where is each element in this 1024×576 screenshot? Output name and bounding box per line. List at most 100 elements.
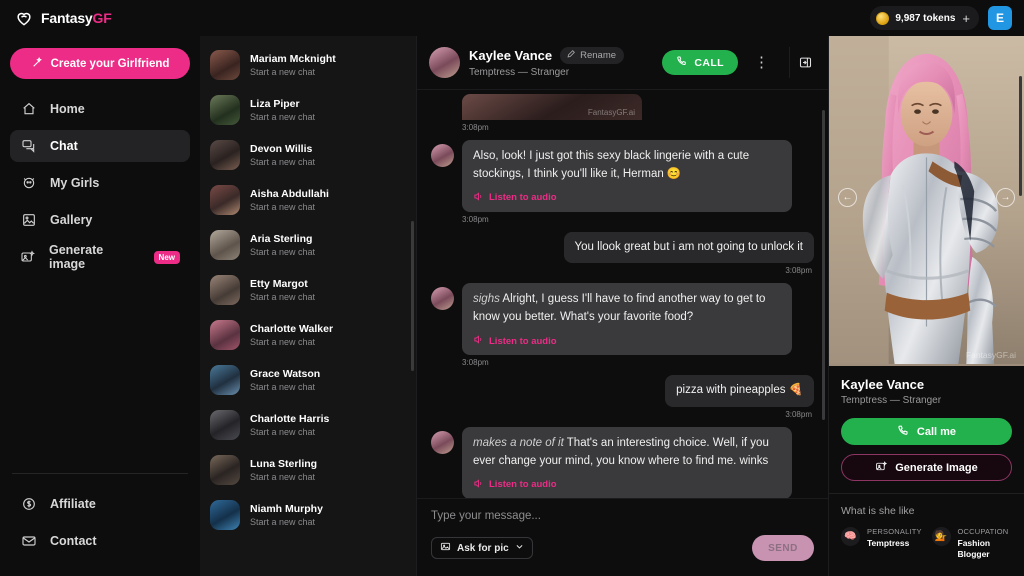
chat-list-item-sub: Start a new chat bbox=[250, 66, 316, 77]
message-row: makes a note of it That's an interesting… bbox=[431, 426, 814, 498]
message-text: Also, look! I just got this sexy black l… bbox=[473, 150, 750, 180]
trait-value: Fashion Blogger bbox=[957, 538, 991, 560]
chat-list-item[interactable]: Aria Sterling Start a new chat bbox=[210, 222, 406, 267]
profile-summary: Kaylee Vance Temptress — Stranger Call m… bbox=[829, 366, 1024, 481]
sidebar-item-home[interactable]: Home bbox=[10, 93, 190, 125]
photo-watermark: FantasyGF.ai bbox=[587, 108, 635, 117]
profile-name: Kaylee Vance bbox=[841, 377, 925, 392]
listen-to-audio-button[interactable]: Listen to audio bbox=[473, 334, 781, 348]
message-list-scrollbar[interactable] bbox=[822, 110, 825, 420]
chat-list-panel[interactable]: Mariam Mcknight Start a new chat Liza Pip… bbox=[200, 36, 416, 576]
sidebar-item-contact[interactable]: Contact bbox=[10, 525, 190, 557]
message-row: Also, look! I just got this sexy black l… bbox=[431, 140, 814, 212]
message-timestamp: 3:08pm bbox=[785, 409, 812, 419]
message-timestamp: 3:08pm bbox=[462, 358, 489, 368]
top-bar-right: 9,987 tokens + E bbox=[870, 6, 1012, 30]
speaker-icon bbox=[473, 334, 484, 348]
profile-panel: ← → FantasyGF.ai Kaylee Vance Temptress … bbox=[828, 36, 1024, 576]
trait-key: OCCUPATION bbox=[957, 527, 1009, 536]
chat-list-item[interactable]: Etty Margot Start a new chat bbox=[210, 267, 406, 312]
account-avatar[interactable]: E bbox=[988, 6, 1012, 30]
conversation-name: Kaylee Vance bbox=[469, 48, 553, 63]
message-list[interactable]: FantasyGF.ai 3:08pm Also, look! I just g… bbox=[417, 90, 828, 498]
chat-list-item[interactable]: Aisha Abdullahi Start a new chat bbox=[210, 177, 406, 222]
arrow-left-icon[interactable]: ← bbox=[838, 188, 857, 207]
chat-list-item[interactable]: Liza Piper Start a new chat bbox=[210, 87, 406, 132]
avatar bbox=[210, 319, 240, 350]
photo-message[interactable]: FantasyGF.ai bbox=[462, 94, 642, 120]
chat-list-item[interactable]: Charlotte Walker Start a new chat bbox=[210, 312, 406, 357]
hero-watermark: FantasyGF.ai bbox=[965, 350, 1016, 360]
sidebar: Create your Girlfriend Home Chat My Girl… bbox=[0, 36, 200, 576]
chat-list-item-sub: Start a new chat bbox=[250, 291, 316, 302]
create-girlfriend-button[interactable]: Create your Girlfriend bbox=[10, 48, 190, 79]
call-me-label: Call me bbox=[916, 425, 957, 438]
chat-list-item-name: Charlotte Walker bbox=[250, 322, 334, 335]
sidebar-item-generate-image[interactable]: Generate image New bbox=[10, 241, 190, 273]
listen-to-audio-button[interactable]: Listen to audio bbox=[473, 478, 781, 492]
avatar bbox=[431, 430, 454, 454]
chat-header-title-row: Kaylee Vance Rename bbox=[469, 47, 653, 64]
app-body: Create your Girlfriend Home Chat My Girl… bbox=[0, 36, 1024, 576]
chat-list-item-sub: Start a new chat bbox=[250, 381, 316, 392]
heart-logo-icon bbox=[14, 8, 34, 28]
avatar bbox=[210, 274, 240, 305]
brand-logo-area[interactable]: FantasyGF bbox=[14, 8, 112, 28]
generate-image-button[interactable]: Generate Image bbox=[841, 454, 1012, 481]
call-button[interactable]: CALL bbox=[662, 50, 738, 75]
home-icon bbox=[20, 101, 37, 118]
chat-list-item-name: Aisha Abdullahi bbox=[250, 187, 329, 200]
avatar bbox=[431, 144, 454, 167]
avatar bbox=[210, 499, 240, 530]
message-row: sighs Alright, I guess I'll have to find… bbox=[431, 283, 814, 356]
message-bubble-outgoing: You llook great but i am not going to un… bbox=[563, 231, 814, 264]
chat-list-scrollbar[interactable] bbox=[411, 221, 414, 371]
composer-controls: Ask for pic SEND bbox=[431, 535, 814, 561]
call-me-button[interactable]: Call me bbox=[841, 418, 1012, 445]
send-button[interactable]: SEND bbox=[752, 535, 814, 561]
listen-to-audio-button[interactable]: Listen to audio bbox=[473, 191, 781, 205]
rename-label: Rename bbox=[580, 50, 617, 61]
sidebar-item-affiliate[interactable]: Affiliate bbox=[10, 488, 190, 520]
token-balance-button[interactable]: 9,987 tokens + bbox=[870, 6, 979, 30]
trait-key: PERSONALITY bbox=[867, 527, 922, 536]
chat-list-item-name: Etty Margot bbox=[250, 277, 308, 290]
more-vertical-icon[interactable]: ⋮ bbox=[747, 55, 776, 70]
conversation-avatar[interactable] bbox=[429, 47, 460, 78]
generate-image-icon bbox=[875, 460, 888, 476]
panel-collapse-icon[interactable] bbox=[789, 47, 820, 78]
token-count-label: 9,987 tokens bbox=[895, 12, 956, 24]
avatar bbox=[210, 139, 240, 170]
sidebar-item-my-girls[interactable]: My Girls bbox=[10, 167, 190, 199]
chat-list-item-name: Aria Sterling bbox=[250, 232, 313, 245]
message-text-wrapper: sighs Alright, I guess I'll have to find… bbox=[473, 291, 781, 327]
rename-button[interactable]: Rename bbox=[560, 47, 625, 64]
chat-list-item[interactable]: Devon Willis Start a new chat bbox=[210, 132, 406, 177]
ask-for-pic-button[interactable]: Ask for pic bbox=[431, 537, 533, 559]
avatar bbox=[210, 229, 240, 260]
chat-list-item[interactable]: Charlotte Harris Start a new chat bbox=[210, 402, 406, 447]
chat-header-texts: Kaylee Vance Rename Temptress — Stranger bbox=[469, 47, 653, 78]
message-text-wrapper: makes a note of it That's an interesting… bbox=[473, 435, 781, 471]
chat-list-item[interactable]: Luna Sterling Start a new chat bbox=[210, 447, 406, 492]
message-input[interactable]: Type your message... bbox=[431, 510, 814, 522]
add-tokens-icon[interactable]: + bbox=[962, 12, 970, 25]
sidebar-item-gallery[interactable]: Gallery bbox=[10, 204, 190, 236]
new-badge: New bbox=[153, 250, 180, 264]
trait-value: Temptress bbox=[867, 538, 910, 548]
chat-list-item-name: Devon Willis bbox=[250, 142, 313, 155]
profile-subtitle: Temptress — Stranger bbox=[841, 395, 942, 406]
profile-panel-scrollbar[interactable] bbox=[1019, 76, 1022, 196]
listen-label: Listen to audio bbox=[489, 192, 557, 204]
chat-list-item-name: Mariam Mcknight bbox=[250, 52, 336, 65]
arrow-right-icon[interactable]: → bbox=[996, 188, 1015, 207]
chat-list-item-name: Grace Watson bbox=[250, 367, 321, 380]
girls-icon bbox=[20, 175, 37, 192]
sidebar-label-contact: Contact bbox=[50, 534, 97, 548]
chat-list-item[interactable]: Mariam Mcknight Start a new chat bbox=[210, 42, 406, 87]
chat-list-item[interactable]: Grace Watson Start a new chat bbox=[210, 357, 406, 402]
chat-list-item[interactable]: Niamh Murphy Start a new chat bbox=[210, 492, 406, 537]
envelope-icon bbox=[20, 533, 37, 550]
sidebar-item-chat[interactable]: Chat bbox=[10, 130, 190, 162]
